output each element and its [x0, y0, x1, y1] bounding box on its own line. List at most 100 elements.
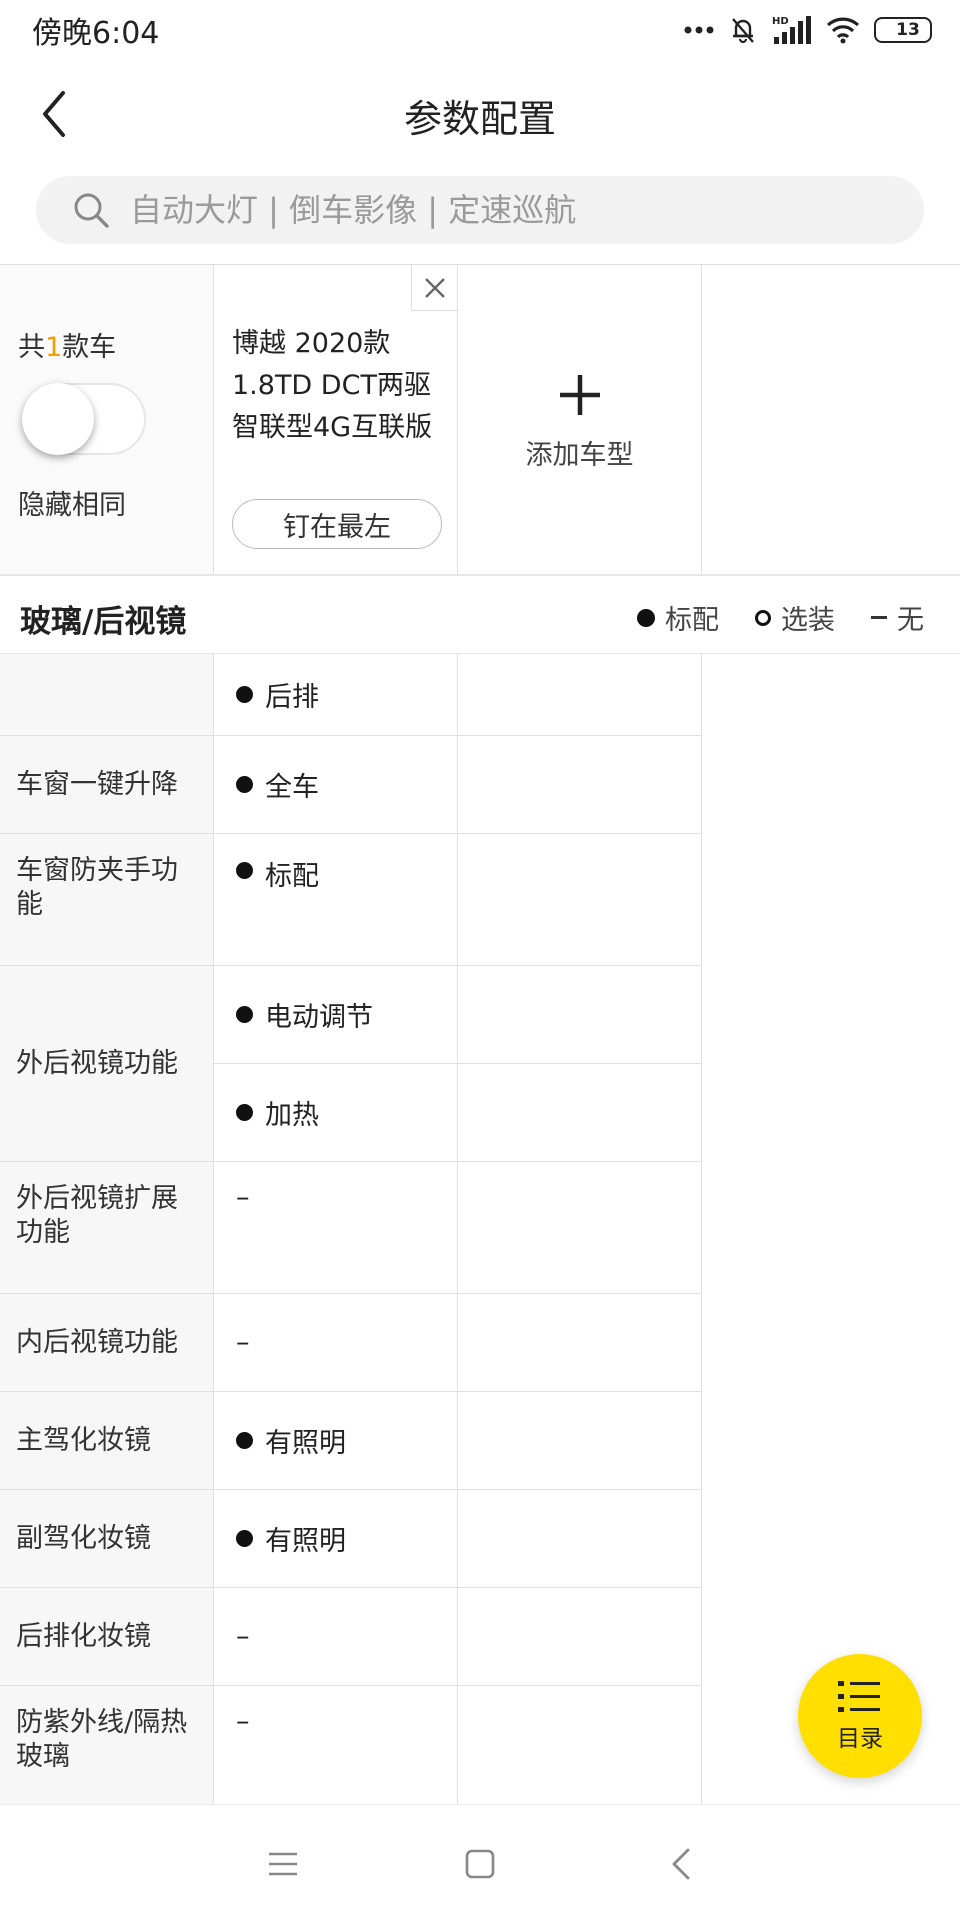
car-count-suffix: 款车: [62, 332, 117, 363]
status-icons: HD 13: [684, 15, 932, 45]
row-label: 外后视镜功能: [0, 966, 214, 1161]
empty-cell: [458, 1162, 702, 1293]
spec-value: –: [236, 1706, 250, 1737]
nav-menu-button[interactable]: [258, 1839, 308, 1889]
spec-cell: 有照明: [214, 1490, 458, 1587]
car-count-number: 1: [45, 332, 63, 363]
filled-dot-icon: [236, 686, 253, 703]
battery-icon: 13: [874, 17, 932, 43]
filled-dot-icon: [236, 1530, 253, 1547]
remove-car-button[interactable]: [411, 265, 457, 311]
nav-back-button[interactable]: [656, 1839, 706, 1889]
spec-value: 标配: [265, 861, 319, 892]
menu-icon: [269, 1852, 297, 1876]
empty-cell: [458, 1490, 702, 1587]
page-title: 参数配置: [403, 97, 556, 141]
more-dots-icon: [684, 25, 714, 35]
filled-dot-icon: [236, 1432, 253, 1449]
spec-cell: 全车: [214, 736, 458, 833]
hide-same-label: 隐藏相同: [18, 490, 126, 521]
table-row: 车窗一键升降 全车: [0, 736, 702, 834]
dash-icon: [871, 616, 887, 619]
compare-controls: 共1款车 隐藏相同: [0, 265, 214, 574]
spec-cell: 后排: [214, 654, 458, 735]
table-row: 外后视镜功能 电动调节 加热: [0, 966, 702, 1162]
spec-value: 有照明: [265, 1428, 346, 1459]
empty-cell: [458, 966, 702, 1063]
signal-icon: HD: [772, 15, 812, 45]
catalog-button[interactable]: 目录: [798, 1654, 922, 1778]
table-row: 后排化妆镜 –: [0, 1588, 702, 1686]
mute-bell-icon: [728, 15, 758, 45]
legend: 标配 选装 无: [637, 598, 924, 637]
table-row: 内后视镜功能 –: [0, 1294, 702, 1392]
table-row: 外后视镜扩展功能 –: [0, 1162, 702, 1294]
chevron-left-icon: [672, 1848, 690, 1880]
spec-cell: 有照明: [214, 1392, 458, 1489]
empty-cell: [458, 1064, 702, 1161]
header: 参数配置: [0, 60, 960, 166]
spec-value: –: [236, 1327, 250, 1358]
system-nav-bar: [0, 1804, 960, 1920]
spec-value: 电动调节: [265, 1002, 373, 1033]
table-row: 后排: [0, 654, 702, 736]
legend-standard-label: 标配: [665, 605, 719, 636]
row-label: 副驾化妆镜: [0, 1490, 214, 1587]
legend-optional: 选装: [755, 598, 835, 637]
legend-none: 无: [871, 598, 924, 637]
spec-cell: –: [214, 1588, 458, 1685]
car-count-prefix: 共: [18, 332, 45, 363]
search-bar[interactable]: [36, 176, 924, 244]
add-car-label: 添加车型: [525, 440, 634, 471]
wifi-icon: [826, 16, 860, 44]
pin-left-button[interactable]: 钉在最左: [232, 499, 442, 549]
filled-dot-icon: [236, 776, 253, 793]
legend-standard: 标配: [637, 598, 719, 637]
empty-cell: [458, 1294, 702, 1391]
filled-dot-icon: [236, 862, 253, 879]
empty-cell: [458, 1588, 702, 1685]
table-row: 防紫外线/隔热玻璃 –: [0, 1686, 702, 1804]
network-type: HD: [772, 16, 789, 27]
row-label: 防紫外线/隔热玻璃: [0, 1686, 214, 1804]
spec-table: 后排 车窗一键升降 全车 车窗防夹手功能 标配 外后视镜功能 电动调节 加热 外…: [0, 654, 702, 1804]
car-model-name[interactable]: 博越 2020款 1.8TD DCT两驱智联型4G互联版: [232, 323, 452, 449]
status-bar: 傍晚6:04 HD 13: [0, 0, 960, 60]
list-icon: [838, 1681, 880, 1712]
table-row: 车窗防夹手功能 标配: [0, 834, 702, 966]
row-label: 车窗防夹手功能: [0, 834, 214, 965]
spec-value: –: [236, 1182, 250, 1213]
row-label: 内后视镜功能: [0, 1294, 214, 1391]
spec-cell: –: [214, 1294, 458, 1391]
section-title: 玻璃/后视镜: [20, 604, 187, 640]
car-column: 博越 2020款 1.8TD DCT两驱智联型4G互联版 钉在最左: [214, 265, 458, 574]
empty-cell: [458, 1392, 702, 1489]
spec-cell: 电动调节: [214, 966, 458, 1063]
battery-level: 13: [896, 20, 920, 40]
table-row: 主驾化妆镜 有照明: [0, 1392, 702, 1490]
empty-cell: [458, 654, 702, 735]
spec-cell: –: [214, 1686, 458, 1804]
row-label: 主驾化妆镜: [0, 1392, 214, 1489]
legend-optional-label: 选装: [781, 605, 835, 636]
hollow-dot-icon: [755, 609, 771, 626]
spec-value: 加热: [265, 1100, 319, 1131]
empty-cell: [458, 834, 702, 965]
spec-cell: 标配: [214, 834, 458, 965]
status-time: 傍晚6:04: [32, 16, 160, 51]
spec-value: –: [236, 1621, 250, 1652]
toggle-knob: [22, 383, 94, 455]
plus-icon: [560, 375, 600, 415]
empty-cell: [458, 736, 702, 833]
legend-none-label: 无: [897, 605, 924, 636]
nav-home-button[interactable]: [455, 1839, 505, 1889]
car-count: 共1款车: [18, 325, 116, 364]
add-car-button[interactable]: 添加车型: [458, 265, 702, 574]
filled-dot-icon: [236, 1006, 253, 1023]
square-icon: [465, 1849, 495, 1879]
row-label: 外后视镜扩展功能: [0, 1162, 214, 1293]
section-header: 玻璃/后视镜 标配 选装 无: [0, 578, 960, 654]
search-input[interactable]: [130, 191, 890, 229]
spec-value: 后排: [265, 682, 319, 713]
hide-same-toggle[interactable]: [22, 383, 146, 455]
